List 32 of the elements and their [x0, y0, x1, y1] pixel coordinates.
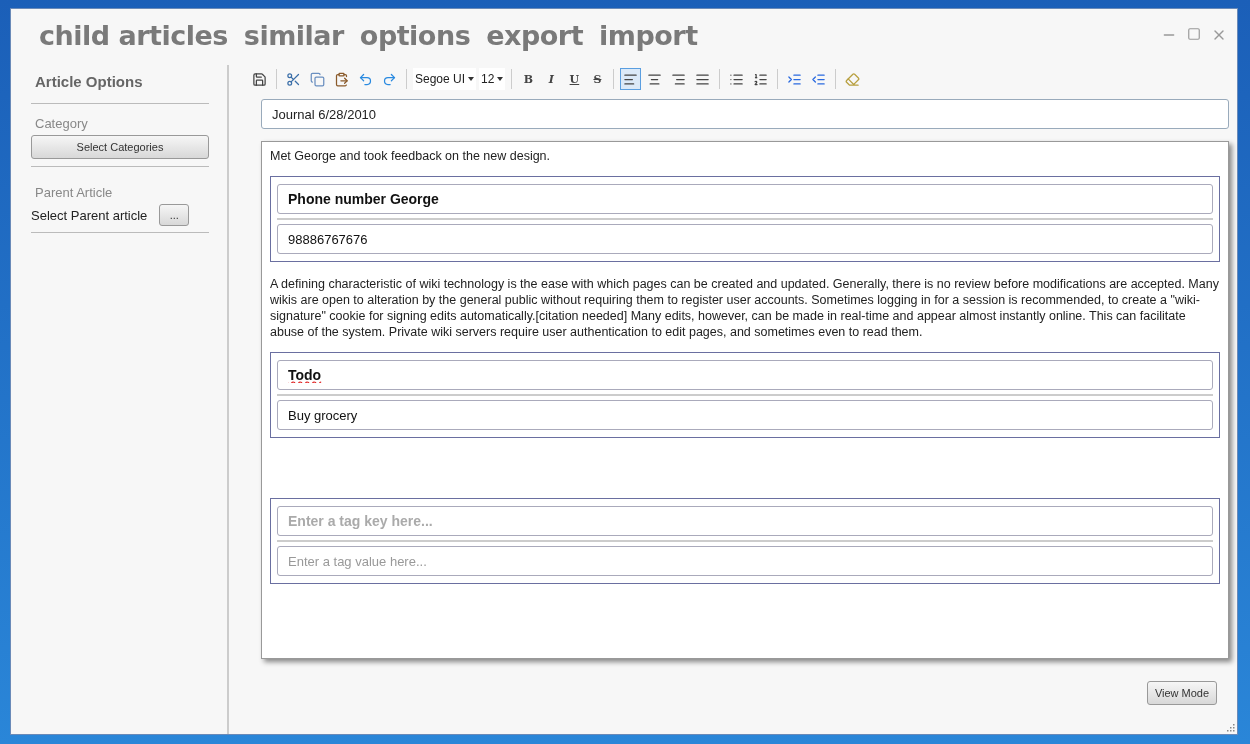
category-label: Category	[34, 116, 89, 133]
nav-link[interactable]: similar	[243, 19, 344, 51]
select-categories-button[interactable]: Select Categories	[31, 135, 209, 159]
paragraph-text: A defining characteristic of wiki technology is the ease with which pages can be created and updated. Generally, there is no review before modifications are accepted. Many wikis are open to alteration by the general public without requiring them to register user accounts. Sometimes logging in for a session is recommended, to create a "wiki-signature" cookie for signing edits automatically.[citation needed] Many edits, however, can be made in real-time and appear almost instantly online. This can facilitate abuse of the system. Private wiki servers require user authentication to edit pages, and sometimes even to read them.	[270, 276, 1220, 340]
nav-link[interactable]: child articles	[39, 19, 228, 51]
tag-key-field[interactable]: Phone number George	[277, 184, 1213, 214]
nav-link[interactable]: export	[486, 19, 584, 51]
editor-area[interactable]	[261, 141, 1229, 659]
caret-icon	[468, 77, 475, 81]
sidebar-title: Article Options	[34, 72, 144, 92]
caret-icon	[497, 77, 504, 81]
tag-value-field[interactable]: Buy grocery	[277, 400, 1213, 430]
view-mode-button[interactable]: View Mode	[1147, 681, 1217, 705]
tag-value-field[interactable]: Enter a tag value here...	[277, 546, 1213, 576]
strikethrough-button[interactable]: S	[587, 68, 608, 90]
font-dropdown[interactable]: Segoe UI	[413, 68, 477, 90]
align-left-icon[interactable]	[620, 68, 642, 90]
italic-button[interactable]: I	[541, 68, 562, 90]
tag-value-field[interactable]: 98886767676	[277, 224, 1213, 254]
title-field[interactable]: Journal 6/28/2010	[261, 99, 1229, 129]
underline-button[interactable]: U	[564, 68, 585, 90]
parent-article-text: Select Parent article	[31, 207, 148, 223]
bold-button[interactable]: B	[518, 68, 539, 90]
resize-grip-icon[interactable]	[1225, 722, 1235, 732]
paragraph-text: Met George and took feedback on the new design.	[270, 148, 552, 164]
browse-button[interactable]: ...	[159, 204, 190, 226]
parent-article-label: Parent Article	[34, 185, 114, 200]
nav-link[interactable]: import	[599, 19, 698, 51]
nav-link[interactable]: options	[359, 19, 471, 51]
tag-key-field[interactable]: Todo	[277, 360, 1213, 390]
tag-key-field[interactable]: Enter a tag key here...	[277, 506, 1213, 536]
font-size-dropdown[interactable]: 12	[479, 68, 506, 90]
